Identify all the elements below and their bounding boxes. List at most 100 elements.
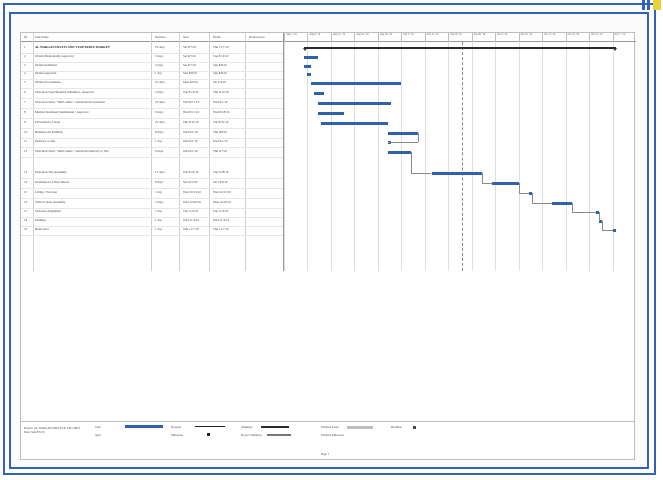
header-task-name: Task Name <box>35 35 49 39</box>
task-finish: Thu 9/9/10 <box>213 130 228 134</box>
task-duration: 23 days <box>155 100 165 104</box>
dependency-link <box>532 193 534 203</box>
timescale-label: Aug 8, '10 <box>307 33 330 42</box>
task-finish: Wed 9/1/10 <box>213 100 228 104</box>
task-name: Structural Site Assembly <box>35 170 67 174</box>
gantt-task-bar[interactable] <box>431 172 482 175</box>
task-start: Tue 11/2/10 <box>183 209 199 213</box>
task-id: 5 <box>24 80 26 84</box>
task-finish: Mon 10/25/10 <box>213 200 232 204</box>
task-name: Obtain Submittal <box>35 63 57 67</box>
task-id: 3 <box>24 63 26 67</box>
week-gridline <box>518 42 520 271</box>
task-name: Painting <box>35 218 46 222</box>
task-id: 2 <box>24 54 26 58</box>
header-finish: Finish <box>213 35 221 39</box>
task-id: 9 <box>24 120 26 124</box>
week-gridline <box>565 42 567 271</box>
gantt-task-bar[interactable] <box>317 102 392 105</box>
legend-milestone-icon <box>207 433 210 436</box>
header-predecessors: Predecessors <box>249 35 265 39</box>
gantt-task-bar[interactable] <box>552 202 573 205</box>
dependency-link <box>572 212 596 213</box>
task-id: 11 <box>24 139 28 143</box>
gantt-task-bar[interactable] <box>387 132 419 135</box>
gantt-task-bar[interactable] <box>387 151 412 154</box>
task-duration: 8 days <box>155 180 164 184</box>
legend-summary-label: Summary <box>241 425 253 429</box>
task-start: Wed 10/13/10 <box>183 190 201 194</box>
task-finish: Wed 10/13/10 <box>213 190 231 194</box>
task-start: Wed 8/11/10 <box>183 100 200 104</box>
week-gridline <box>284 42 285 271</box>
week-gridline <box>330 42 332 271</box>
page-number: Page 1 <box>321 452 330 456</box>
task-duration: 1 day <box>155 227 162 231</box>
timescale-label: Oct 10, '10 <box>518 33 542 42</box>
dependency-link <box>572 203 574 212</box>
task-start: Mon 8/9/10 <box>183 80 198 84</box>
task-start: Sat 8/7/10 <box>183 45 197 49</box>
task-name: AL WARGAN FRUITS AND VEGETABLE MARKET <box>35 45 111 49</box>
dependency-link <box>387 142 419 143</box>
legend-project-summary-swatch <box>267 434 291 436</box>
gantt-task-bar[interactable] <box>320 122 388 125</box>
timescale-label: Nov 7, '10 <box>612 33 636 42</box>
dependency-link <box>481 183 492 184</box>
task-name: Method Statement Submission / Approval <box>35 110 89 114</box>
legend-milestone-label: Milestone <box>171 433 183 437</box>
gantt-task-bar[interactable] <box>304 56 318 59</box>
week-gridline <box>354 42 356 271</box>
legend-split-label: Split <box>95 433 101 437</box>
gantt-task-bar[interactable] <box>491 182 519 185</box>
task-start: Sun 8/8/10 <box>183 71 197 75</box>
week-gridline <box>307 42 309 271</box>
gantt-task-bar[interactable] <box>310 82 402 85</box>
task-finish: Thu 11/7/10 <box>213 227 229 231</box>
legend-external-tasks-swatch <box>347 426 373 429</box>
week-gridline <box>471 42 473 271</box>
dependency-link <box>532 203 553 204</box>
gantt-summary-bar[interactable] <box>303 47 617 51</box>
task-duration: 6 days <box>155 149 164 153</box>
task-finish: Sun 8/8/10 <box>213 63 227 67</box>
week-gridline <box>377 42 379 271</box>
corner-logo-icon <box>642 0 662 10</box>
gantt-task-bar[interactable] <box>314 92 325 95</box>
timescale-label: Oct 24, '10 <box>565 33 589 42</box>
current-date-line <box>462 42 463 271</box>
week-gridline <box>589 42 591 271</box>
task-id: 1 <box>24 45 26 49</box>
gantt-task-bar[interactable] <box>612 229 616 232</box>
task-name: Obtain Procurement <box>35 80 61 84</box>
dependency-link <box>418 133 420 142</box>
legend-project-summary-label: Project Summary <box>241 433 262 437</box>
task-finish: Thu 9/7/10 <box>213 149 228 153</box>
gantt-timescale: Aug 1, '10 Aug 8, '10 Aug 15, '10 Aug 22, '… <box>284 33 636 42</box>
header-id: ID <box>24 35 28 39</box>
task-table-header: ID Task Name Duration Start Finish Prede… <box>21 33 283 42</box>
gantt-task-bar[interactable] <box>304 65 311 68</box>
dependency-link <box>602 221 604 230</box>
legend-deadline-label: Deadline <box>391 425 402 429</box>
task-duration: 79 days <box>155 45 165 49</box>
task-id: 10 <box>24 130 28 134</box>
task-id: 19 <box>24 227 28 231</box>
task-finish: Thu 11/7/10 <box>213 45 229 49</box>
task-name: Vertical Steel Assembly <box>35 200 66 204</box>
task-start: Sat 8/7/10 <box>183 63 197 67</box>
legend-task-label: Task <box>95 425 101 429</box>
timescale-label: Sep 5, '10 <box>401 33 424 42</box>
gantt-task-bar[interactable] <box>307 73 311 76</box>
timescale-label: Sep 19, '10 <box>448 33 471 42</box>
task-id: 6 <box>24 90 26 94</box>
gantt-document: ID Task Name Duration Start Finish Prede… <box>20 32 636 460</box>
task-start: Sat 8/7/10 <box>183 54 197 58</box>
task-duration: 8 days <box>155 110 164 114</box>
task-finish: Tue 8/31/10 <box>213 120 229 124</box>
task-finish: Tue 8/10/10 <box>213 54 229 58</box>
gantt-task-bar[interactable] <box>317 112 345 115</box>
task-name: Lifting / Erection <box>35 190 58 194</box>
task-duration: 1 day <box>155 71 162 75</box>
timescale-label: Oct 3, '10 <box>495 33 518 42</box>
